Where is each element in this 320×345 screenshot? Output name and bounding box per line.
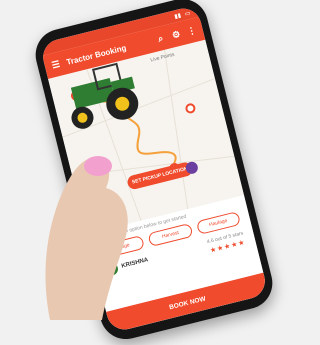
appbar-spacer xyxy=(132,41,150,46)
gear-icon[interactable]: ⚙ xyxy=(170,28,182,41)
more-vert-icon[interactable]: ⋮ xyxy=(186,24,198,37)
hamburger-menu-icon[interactable]: ☰ xyxy=(50,58,62,71)
rating-block: 4.6 out of 5 stars ★★★★★ xyxy=(206,230,246,255)
signal-icon: ▮▮ xyxy=(173,12,182,20)
scene: ▮▮ ▭ ☰ Tractor Booking ⌕ ⚙ ⋮ Live Points… xyxy=(0,0,299,345)
battery-icon: ▭ xyxy=(184,10,192,18)
search-icon[interactable]: ⌕ xyxy=(155,32,167,44)
hand-image xyxy=(45,156,128,320)
